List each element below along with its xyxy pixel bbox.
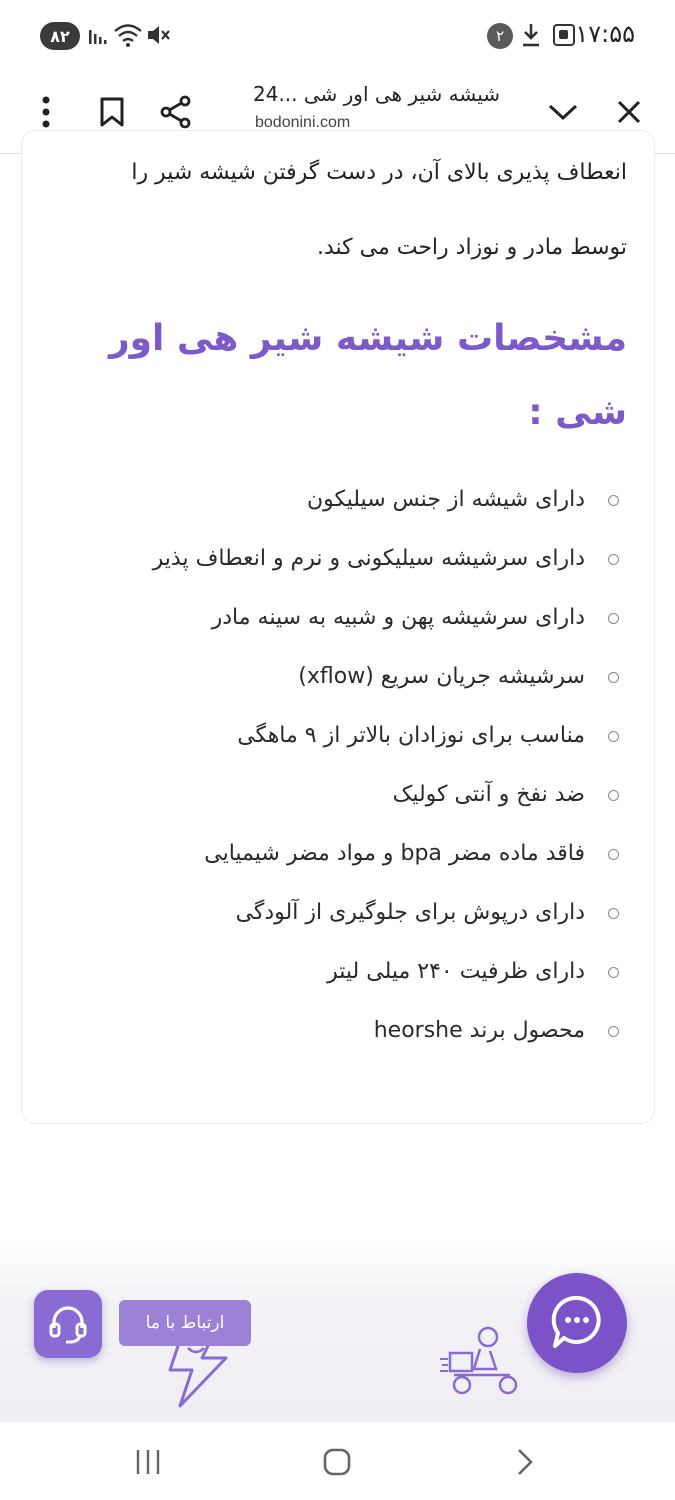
back-icon [518, 1449, 533, 1475]
close-icon [617, 100, 641, 124]
mute-icon [148, 26, 170, 44]
list-item: دارای سرشیشه سیلیکونی و نرم و انعطاف پذی… [39, 537, 619, 596]
list-item-text: فاقد ماده مضر bpa و مواد مضر شیمیایی [204, 841, 585, 866]
chat-icon [551, 1295, 601, 1348]
list-item: محصول برند heorshe [39, 1009, 619, 1068]
chat-button[interactable] [527, 1273, 627, 1373]
list-item: دارای ظرفیت ۲۴۰ میلی لیتر [39, 950, 619, 1009]
list-item-text: سرشیشه جریان سریع (xflow) [298, 664, 585, 689]
bullet-icon [608, 672, 619, 683]
wifi-icon [114, 24, 142, 47]
article-paragraph-line-1: انعطاف پذیری بالای آن، در دست گرفتن شیشه… [131, 160, 627, 185]
list-item: دارای درپوش برای جلوگیری از آلودگی [39, 891, 619, 950]
list-item: دارای شیشه از جنس سیلیکون [39, 478, 619, 537]
bookmark-icon [100, 97, 124, 127]
bullet-icon [608, 849, 619, 860]
article-paragraph-line-2: توسط مادر و نوزاد راحت می کند. [316, 235, 627, 260]
recents-icon [136, 1450, 160, 1474]
contact-us-button[interactable]: ارتباط با ما [119, 1300, 251, 1346]
screenshot-icon [553, 24, 575, 46]
list-item: فاقد ماده مضر bpa و مواد مضر شیمیایی [39, 832, 619, 891]
signal-icon [89, 30, 107, 44]
bullet-icon [608, 613, 619, 624]
bullet-icon [608, 495, 619, 506]
list-item-text: ضد نفخ و آنتی کولیک [392, 782, 585, 807]
more-menu-button[interactable] [22, 88, 70, 136]
list-item-text: دارای سرشیشه سیلیکونی و نرم و انعطاف پذی… [152, 546, 585, 571]
list-item-text: دارای شیشه از جنس سیلیکون [306, 487, 585, 512]
more-vertical-icon [42, 96, 50, 128]
collapse-button[interactable] [539, 88, 587, 136]
notification-count-badge: ۲ [487, 23, 513, 49]
section-heading-line-1: مشخصات شیشه شیر هی اور [108, 318, 627, 359]
list-item: دارای سرشیشه پهن و شبیه به سینه مادر [39, 596, 619, 655]
download-icon [523, 24, 539, 47]
share-button[interactable] [152, 88, 200, 136]
bookmark-button[interactable] [88, 88, 136, 136]
bullet-icon [608, 967, 619, 978]
feature-list: دارای شیشه از جنس سیلیکون دارای سرشیشه س… [39, 478, 619, 1068]
recents-button[interactable] [126, 1440, 170, 1484]
bullet-icon [608, 731, 619, 742]
bullet-icon [608, 554, 619, 565]
system-nav-bar [0, 1422, 675, 1500]
share-icon [160, 95, 191, 129]
list-item-text: دارای درپوش برای جلوگیری از آلودگی [235, 900, 585, 925]
home-button[interactable] [315, 1440, 359, 1484]
close-button[interactable] [605, 88, 653, 136]
list-item-text: مناسب برای نوزادان بالاتر از ۹ ماهگی [237, 723, 585, 748]
delivery-courier-icon [440, 1326, 518, 1395]
list-item: سرشیشه جریان سریع (xflow) [39, 655, 619, 714]
list-item: ضد نفخ و آنتی کولیک [39, 773, 619, 832]
battery-icon: ۸۲ [40, 22, 80, 50]
list-item-text: دارای سرشیشه پهن و شبیه به سینه مادر [211, 605, 585, 630]
bullet-icon [608, 790, 619, 801]
list-item-text: دارای ظرفیت ۲۴۰ میلی لیتر [327, 959, 585, 984]
list-item-text: محصول برند heorshe [373, 1018, 585, 1043]
bullet-icon [608, 1026, 619, 1037]
list-item: مناسب برای نوزادان بالاتر از ۹ ماهگی [39, 714, 619, 773]
chevron-down-icon [548, 104, 578, 121]
support-button[interactable] [34, 1290, 102, 1358]
bullet-icon [608, 908, 619, 919]
section-heading-line-2: شی : [528, 392, 627, 433]
status-time: ۱۷:۵۵ [575, 20, 635, 48]
page-title: شیشه شیر هی اور شی ...24 [252, 82, 500, 106]
status-bar: ۱۷:۵۵ ۲ ۸۲ [0, 0, 675, 72]
home-icon [323, 1448, 351, 1476]
headset-icon [49, 1306, 87, 1344]
back-button[interactable] [503, 1440, 547, 1484]
